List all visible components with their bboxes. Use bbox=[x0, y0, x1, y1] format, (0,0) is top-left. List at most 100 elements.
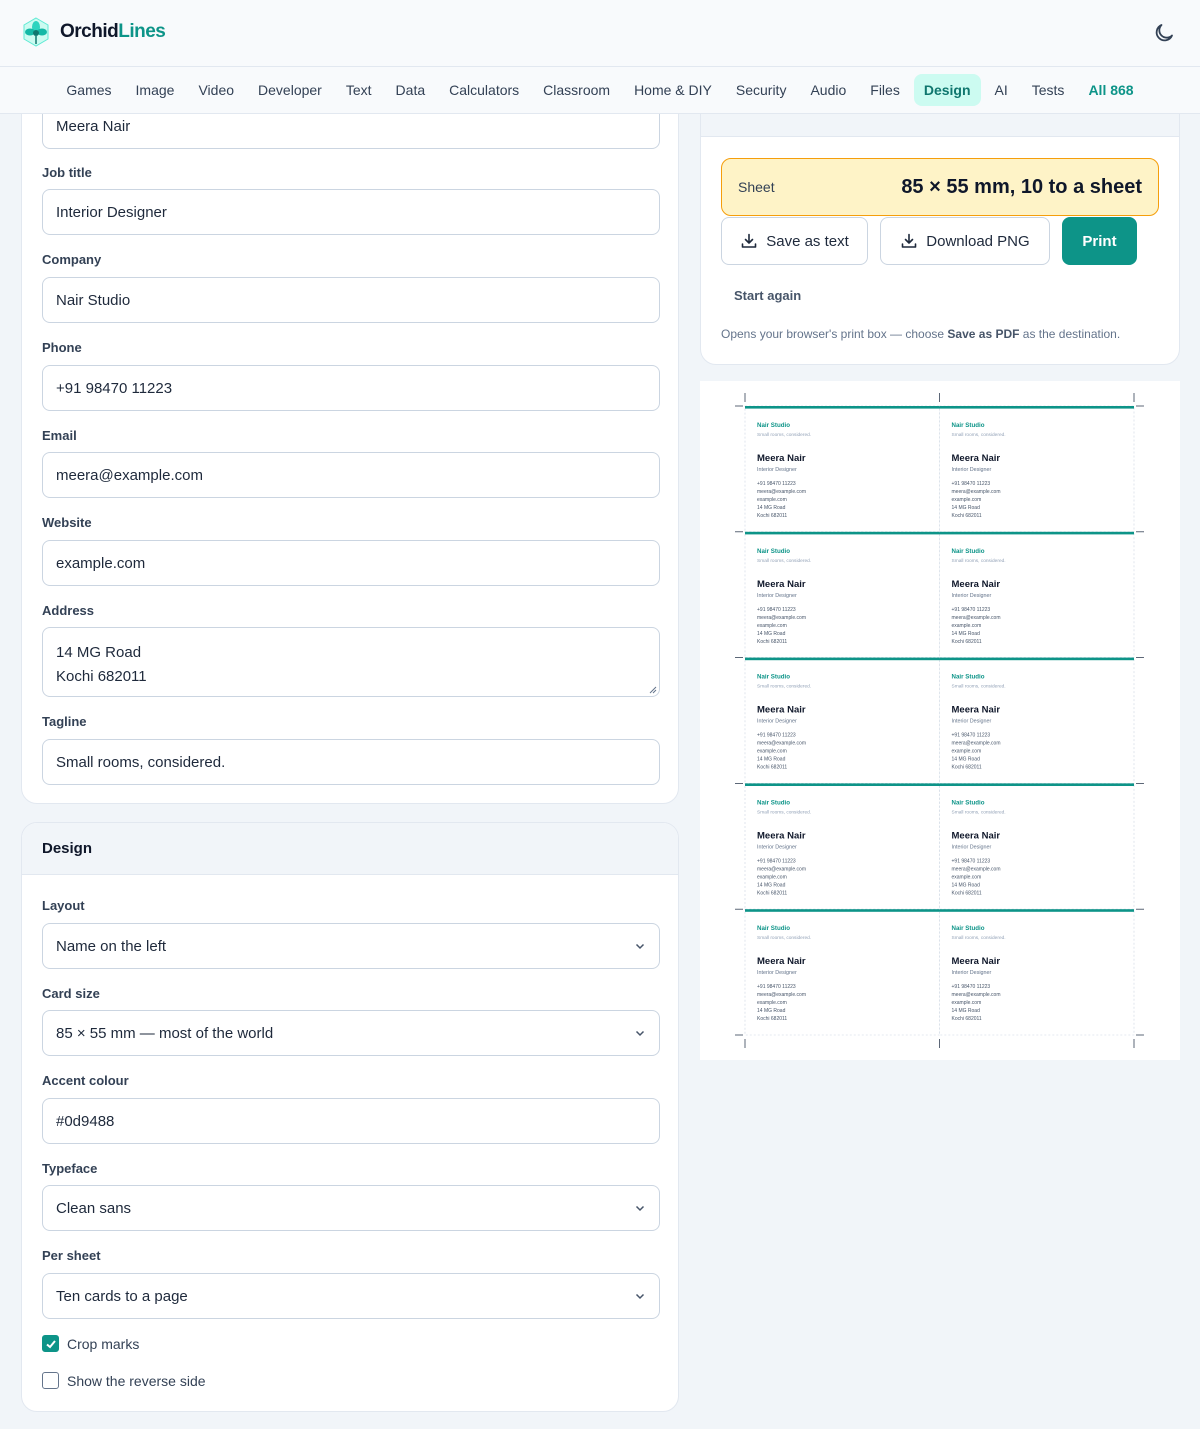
company-input[interactable]: Nair Studio bbox=[42, 277, 660, 323]
download-icon bbox=[741, 233, 757, 248]
card-job-title: Interior Designer bbox=[757, 844, 797, 850]
print-hint: Opens your browser's print box — choose … bbox=[721, 327, 1120, 341]
per-sheet-label: Per sheet bbox=[42, 1248, 101, 1263]
download-png-label: Download PNG bbox=[926, 232, 1030, 250]
card-email: meera@example.com bbox=[757, 992, 806, 998]
nav-item-calculators[interactable]: Calculators bbox=[439, 74, 529, 106]
nav-item-video[interactable]: Video bbox=[188, 74, 244, 106]
design-heading: Design bbox=[22, 823, 678, 875]
card-address-line-1: 14 MG Road bbox=[952, 505, 981, 511]
email-input[interactable]: meera@example.com bbox=[42, 452, 660, 498]
card-job-title: Interior Designer bbox=[952, 719, 992, 725]
nav-item-all[interactable]: All 868 bbox=[1078, 74, 1143, 106]
nav-item-text[interactable]: Text bbox=[336, 74, 382, 106]
card-email: meera@example.com bbox=[757, 615, 806, 621]
nav-item-games[interactable]: Games bbox=[56, 74, 121, 106]
card-job-title: Interior Designer bbox=[757, 719, 797, 725]
reverse-side-checkbox[interactable] bbox=[42, 1372, 59, 1389]
job-title-input[interactable]: Interior Designer bbox=[42, 189, 660, 235]
moon-icon[interactable] bbox=[1152, 21, 1176, 45]
card-address-line-2: Kochi 682011 bbox=[757, 639, 787, 645]
phone-input[interactable]: +91 98470 11223 bbox=[42, 365, 660, 411]
nav-item-classroom[interactable]: Classroom bbox=[533, 74, 620, 106]
card-phone: +91 98470 11223 bbox=[757, 481, 796, 487]
resize-grip-icon[interactable] bbox=[649, 686, 657, 694]
card-company: Nair Studio bbox=[952, 799, 985, 806]
card-website: example.com bbox=[757, 497, 787, 503]
card-name: Meera Nair bbox=[952, 579, 1001, 590]
website-input[interactable]: example.com bbox=[42, 540, 660, 586]
chevron-down-icon bbox=[635, 943, 645, 950]
address-textarea[interactable]: 14 MG Road Kochi 682011 bbox=[42, 627, 660, 697]
layout-label: Layout bbox=[42, 898, 85, 913]
nav-item-developer[interactable]: Developer bbox=[248, 74, 332, 106]
card-website: example.com bbox=[757, 623, 787, 629]
nav-item-security[interactable]: Security bbox=[726, 74, 797, 106]
reverse-side-label: Show the reverse side bbox=[67, 1372, 206, 1389]
card-company: Nair Studio bbox=[757, 548, 790, 555]
card-tagline: Small rooms, considered. bbox=[952, 684, 1006, 690]
per-sheet-value: Ten cards to a page bbox=[56, 1287, 188, 1305]
crop-marks-checkbox[interactable] bbox=[42, 1335, 59, 1352]
details-panel: Meera Nair Job title Interior Designer C… bbox=[21, 60, 679, 804]
download-png-button[interactable]: Download PNG bbox=[880, 217, 1050, 265]
card-address-line-2: Kochi 682011 bbox=[952, 639, 982, 645]
per-sheet-select[interactable]: Ten cards to a page bbox=[42, 1273, 660, 1319]
tagline-input[interactable]: Small rooms, considered. bbox=[42, 739, 660, 785]
card-job-title: Interior Designer bbox=[952, 467, 992, 473]
reverse-side-option[interactable]: Show the reverse side bbox=[42, 1372, 206, 1389]
save-as-text-label: Save as text bbox=[766, 232, 849, 250]
card-address-line-2: Kochi 682011 bbox=[757, 765, 787, 771]
card-website: example.com bbox=[757, 874, 787, 880]
card-size-label: Card size bbox=[42, 986, 100, 1001]
accent-colour-input[interactable]: #0d9488 bbox=[42, 1098, 660, 1144]
save-as-text-button[interactable]: Save as text bbox=[721, 217, 868, 265]
card-phone: +91 98470 11223 bbox=[757, 733, 796, 739]
card-tagline: Small rooms, considered. bbox=[952, 809, 1006, 815]
nav-item-home-diy[interactable]: Home & DIY bbox=[624, 74, 722, 106]
card-phone: +91 98470 11223 bbox=[952, 733, 991, 739]
brand-logo[interactable]: OrchidLines bbox=[20, 16, 166, 48]
card-address-line-1: 14 MG Road bbox=[757, 882, 786, 888]
nav-item-ai[interactable]: AI bbox=[985, 74, 1018, 106]
card-name: Meera Nair bbox=[757, 705, 806, 716]
typeface-select[interactable]: Clean sans bbox=[42, 1185, 660, 1231]
card-job-title: Interior Designer bbox=[757, 970, 797, 976]
start-again-button[interactable]: Start again bbox=[734, 288, 801, 303]
card-size-select[interactable]: 85 × 55 mm — most of the world bbox=[42, 1010, 660, 1056]
crop-marks-option[interactable]: Crop marks bbox=[42, 1335, 139, 1352]
chevron-down-icon bbox=[635, 1293, 645, 1300]
card-phone: +91 98470 11223 bbox=[757, 984, 796, 990]
nav-item-audio[interactable]: Audio bbox=[800, 74, 856, 106]
card-email: meera@example.com bbox=[952, 992, 1001, 998]
card-address-line-2: Kochi 682011 bbox=[952, 765, 982, 771]
card-name: Meera Nair bbox=[757, 579, 806, 590]
brand-name-part2: Lines bbox=[118, 21, 166, 42]
card-address-line-1: 14 MG Road bbox=[952, 631, 981, 637]
card-email: meera@example.com bbox=[757, 741, 806, 747]
card-email: meera@example.com bbox=[952, 615, 1001, 621]
print-hint-bold: Save as PDF bbox=[947, 327, 1020, 341]
job-title-label: Job title bbox=[42, 165, 92, 180]
nav-item-image[interactable]: Image bbox=[126, 74, 185, 106]
card-email: meera@example.com bbox=[952, 866, 1001, 872]
card-website: example.com bbox=[952, 623, 982, 629]
address-label: Address bbox=[42, 603, 95, 618]
nav-item-data[interactable]: Data bbox=[386, 74, 436, 106]
card-address-line-2: Kochi 682011 bbox=[757, 1016, 787, 1022]
nav-item-files[interactable]: Files bbox=[860, 74, 910, 106]
card-company: Nair Studio bbox=[952, 925, 985, 932]
layout-select[interactable]: Name on the left bbox=[42, 923, 660, 969]
card-company: Nair Studio bbox=[757, 674, 790, 681]
card-accent-bar bbox=[939, 783, 1134, 786]
card-tagline: Small rooms, considered. bbox=[757, 935, 811, 941]
card-website: example.com bbox=[952, 497, 982, 503]
company-label: Company bbox=[42, 252, 102, 267]
card-name: Meera Nair bbox=[952, 956, 1001, 967]
nav-item-tests[interactable]: Tests bbox=[1022, 74, 1075, 106]
card-tagline: Small rooms, considered. bbox=[757, 558, 811, 564]
sheet-label: Sheet bbox=[738, 179, 775, 195]
print-button[interactable]: Print bbox=[1062, 217, 1137, 265]
card-tagline: Small rooms, considered. bbox=[952, 558, 1006, 564]
nav-item-design[interactable]: Design bbox=[913, 74, 981, 106]
